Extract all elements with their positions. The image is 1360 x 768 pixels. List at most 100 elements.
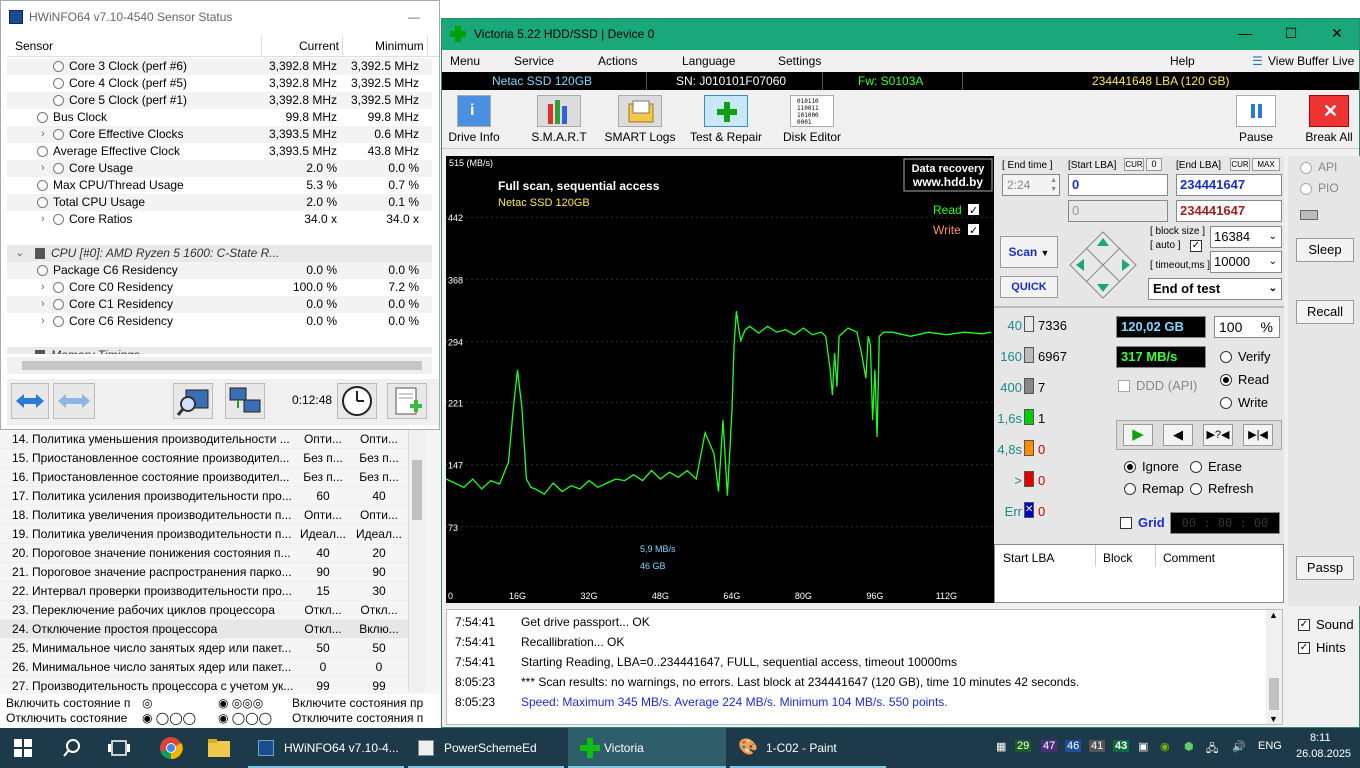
expand-icon[interactable]: › [41,126,45,143]
view-buffer-live[interactable]: View Buffer Live [1268,54,1354,68]
sensor-row[interactable] [7,330,432,347]
menu-actions[interactable]: Actions [598,54,637,68]
tray-temp-5[interactable]: 43 [1113,740,1130,752]
close-icon[interactable]: ✕ [1314,25,1360,42]
cur-value[interactable]: 0 [1146,158,1162,171]
minimize-icon[interactable]: — [391,1,437,33]
event-log[interactable]: 7:54:41 Get drive passport... OK 7:54:41 Re… [446,609,1283,725]
radio-group-icon[interactable]: ◎ [142,696,152,711]
sensor-row[interactable]: Core 4 Clock (perf #5) 3,392.8 MHz 3,392.5… [7,75,432,92]
max-button[interactable]: MAX [1252,158,1280,171]
arrows-left-right-icon[interactable] [11,383,49,419]
log-scrollbar[interactable]: ▲ ▼ [1266,610,1282,724]
sensor-group-row[interactable]: ⌄ CPU [#0]: AMD Ryzen 5 1600: C-State R..… [7,245,432,262]
tray-temp-1[interactable]: 29 [1015,740,1032,752]
pse-vertical-scrollbar[interactable] [408,430,425,692]
timeout-select[interactable]: 10000 ⌄ [1210,251,1282,273]
navigation-arrows-icon[interactable] [1068,230,1138,300]
scroll-down-icon[interactable]: ▼ [1269,714,1278,724]
scan-button[interactable]: Scan ▼ [1000,236,1058,268]
play-icon[interactable]: ▶ [1123,424,1153,446]
sensor-group-row[interactable]: ⌄ Memory Timings [7,347,432,354]
power-setting-row[interactable]: 26. Минимальное число занятых ядер или п… [0,658,425,677]
start-lba-input[interactable]: 0 [1068,174,1168,196]
power-setting-row[interactable]: 21. Пороговое значение распространения п… [0,563,425,582]
file-explorer-icon[interactable] [207,737,231,759]
expand-icon[interactable]: › [41,279,45,296]
col-current[interactable]: Current [299,39,339,53]
taskbar-hwinfo[interactable]: HWiNFO64 v7.10-4... [248,728,404,768]
tray-volume-icon[interactable]: 🔊 [1232,740,1246,753]
seek-random-icon[interactable]: ▶?◀ [1203,424,1233,446]
power-setting-row[interactable]: 23. Переключение рабочих циклов процессо… [0,601,425,620]
radio-group-icon[interactable]: ◉ ◯◯◯ [218,711,272,726]
sensor-row[interactable]: › Core Effective Clocks 3,393.5 MHz 0.6 MHz [7,126,432,143]
power-setting-row[interactable]: 14. Политика уменьшения производительнос… [0,430,425,449]
sensor-row[interactable]: › Core C0 Residency 100.0 % 7.2 % [7,279,432,296]
smart-button[interactable]: S.M.A.R.T [524,95,594,144]
power-setting-row[interactable]: 22. Интервал проверки производительности… [0,582,425,601]
sensor-row[interactable]: Package C6 Residency 0.0 % 0.0 % [7,262,432,279]
magnifier-monitor-icon[interactable] [173,383,213,419]
menu-service[interactable]: Service [514,54,554,68]
ddd-checkbox[interactable] [1118,380,1130,392]
drive-info-button[interactable]: i Drive Info [446,95,502,144]
erase-radio[interactable] [1190,461,1202,473]
seek-end-icon[interactable]: ▶|◀ [1243,424,1273,446]
grid-checkbox[interactable] [1120,517,1132,529]
scrollbar-thumb[interactable] [22,361,422,370]
tray-temp-4[interactable]: 41 [1089,740,1106,752]
clock-icon[interactable] [337,383,377,419]
sensor-row[interactable] [7,228,432,245]
refresh-radio[interactable] [1190,483,1202,495]
arrows-disabled-icon[interactable] [53,383,95,419]
sensor-row[interactable]: › Core Ratios 34.0 x 34.0 x [7,211,432,228]
add-report-icon[interactable] [387,383,427,419]
sensor-row[interactable]: › Core C1 Residency 0.0 % 0.0 % [7,296,432,313]
radio-group-icon[interactable]: ◉ ◯◯◯ [142,711,196,726]
power-setting-row[interactable]: 19. Политика увеличения производительнос… [0,525,425,544]
cur-end-button[interactable]: CUR [1230,158,1250,171]
smart-logs-button[interactable]: SMART Logs [602,95,678,144]
hwinfo-titlebar[interactable]: HWiNFO64 v7.10-4540 Sensor Status — [1,1,439,33]
tray-language[interactable]: ENG [1258,740,1282,752]
auto-checkbox[interactable]: ✓ [1190,240,1202,252]
maximize-icon[interactable]: ☐ [1268,25,1314,42]
collapse-icon[interactable]: ⌄ [15,347,24,354]
radio-group-icon[interactable]: ◉ ◎◎◎ [218,696,263,711]
col-block[interactable]: Block [1103,551,1132,565]
quick-button[interactable]: QUICK [1000,276,1058,298]
end-time-field[interactable]: 2:24 ▲ ▼ [1002,174,1060,196]
col-sensor[interactable]: Sensor [15,39,53,53]
hwinfo-horizontal-scrollbar[interactable] [7,357,432,374]
scroll-up-icon[interactable]: ▲ [1269,610,1278,620]
sensor-row[interactable]: Average Effective Clock 3,393.5 MHz 43.8 M… [7,143,432,160]
power-setting-row[interactable]: 18. Политика увеличения производительнос… [0,506,425,525]
menu-menu[interactable]: Menu [450,54,480,68]
sensor-row[interactable]: › Core Usage 2.0 % 0.0 % [7,160,432,177]
menu-settings[interactable]: Settings [778,54,821,68]
taskbar-victoria[interactable]: Victoria [568,728,726,768]
scan-speed-graph[interactable]: 73 147 221 294 368 442 0 16G 32G 48G 64G 80G 96G 112… [446,156,994,603]
sleep-button[interactable]: Sleep [1296,238,1354,262]
scrollbar-thumb[interactable] [412,460,422,520]
read-radio[interactable] [1220,374,1232,386]
sensor-row[interactable]: Max CPU/Thread Usage 5.3 % 0.7 % [7,177,432,194]
tray-network-icon[interactable]: 🖧 [1206,740,1218,759]
test-repair-button[interactable]: Test & Repair [688,95,764,144]
sound-checkbox[interactable]: ✓ [1298,619,1310,631]
hints-checkbox[interactable]: ✓ [1298,642,1310,654]
col-start-lba[interactable]: Start LBA [1003,551,1054,565]
power-setting-row[interactable]: 20. Пороговое значение понижения состоян… [0,544,425,563]
power-setting-row[interactable]: 15. Приостановленное состояние производи… [0,449,425,468]
expand-icon[interactable]: › [41,296,45,313]
pause-button[interactable]: Pause [1234,95,1278,144]
sensor-row[interactable]: Total CPU Usage 2.0 % 0.1 % [7,194,432,211]
menu-help[interactable]: Help [1170,54,1195,68]
menu-language[interactable]: Language [682,54,735,68]
expand-icon[interactable]: › [41,313,45,330]
power-setting-row[interactable]: 25. Минимальное число занятых ядер или п… [0,639,425,658]
col-comment[interactable]: Comment [1163,551,1215,565]
power-setting-row[interactable]: 17. Политика усиления производительности… [0,487,425,506]
taskbar-paint[interactable]: 🎨 1-C02 - Paint [730,728,886,768]
